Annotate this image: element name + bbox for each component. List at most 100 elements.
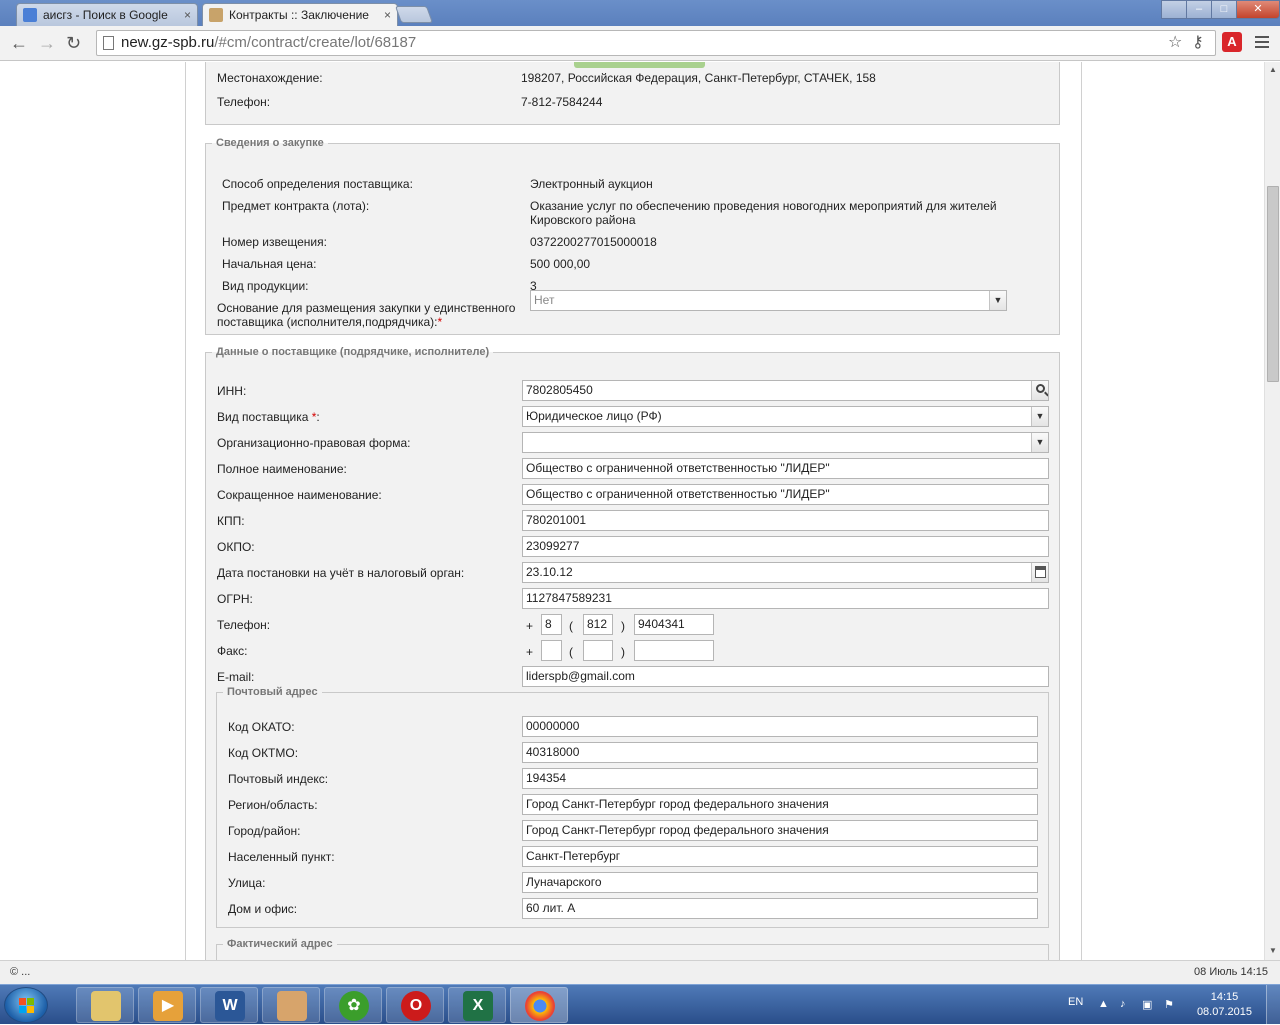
city-input[interactable]: Город Санкт-Петербург город федерального… <box>522 820 1038 841</box>
windows-taskbar: ▶ W ✿ O X EN ▲ ♪ ▣ ⚑ 14:15 08.07.2015 <box>0 984 1280 1025</box>
calendar-button[interactable] <box>1031 563 1048 582</box>
chrome-taskbar-button[interactable] <box>510 987 568 1023</box>
postal-address-box: Почтовый адрес Код ОКАТО: 00000000 Код О… <box>216 686 1049 928</box>
opera-taskbar-button[interactable]: O <box>386 987 444 1023</box>
word-taskbar-button[interactable]: W <box>200 987 258 1023</box>
chrome-menu-icon[interactable] <box>1255 36 1269 51</box>
price-label: Начальная цена: <box>222 257 317 271</box>
language-indicator[interactable]: EN <box>1068 996 1083 1008</box>
scroll-down-icon[interactable]: ▼ <box>1269 946 1277 955</box>
chevron-down-icon[interactable]: ▼ <box>1031 433 1048 452</box>
new-tab-button[interactable] <box>394 6 434 23</box>
fax-plus: + <box>526 645 534 659</box>
legal-form-select[interactable]: ▼ <box>522 432 1049 453</box>
chevron-down-icon[interactable]: ▼ <box>989 291 1006 310</box>
region-label: Регион/область: <box>228 798 318 812</box>
excel-taskbar-button[interactable]: X <box>448 987 506 1023</box>
phone-country-input[interactable]: 8 <box>541 614 562 635</box>
house-input[interactable]: 60 лит. А <box>522 898 1038 919</box>
action-center-icon[interactable]: ⚑ <box>1164 998 1178 1011</box>
supplier-info-box: Данные о поставщике (подрядчике, исполни… <box>205 346 1060 960</box>
sole-basis-select[interactable]: Нет ▼ <box>530 290 1007 311</box>
media-player-icon: ▶ <box>153 991 183 1021</box>
oktmo-input[interactable]: 40318000 <box>522 742 1038 763</box>
kpp-input[interactable]: 780201001 <box>522 510 1049 531</box>
settlement-label: Населенный пункт: <box>228 850 335 864</box>
settlement-input[interactable]: Санкт-Петербург <box>522 846 1038 867</box>
notification-tab[interactable] <box>574 62 705 68</box>
close-window-button[interactable]: ✕ <box>1236 0 1280 19</box>
minimize-button[interactable]: – <box>1186 0 1212 19</box>
okato-input[interactable]: 00000000 <box>522 716 1038 737</box>
inn-label: ИНН: <box>217 384 247 398</box>
full-name-input[interactable]: Общество с ограниченной ответственностью… <box>522 458 1049 479</box>
okpo-input[interactable]: 23099277 <box>522 536 1049 557</box>
key-icon[interactable]: ⚷ <box>1192 32 1204 52</box>
street-label: Улица: <box>228 876 266 890</box>
postal-index-input[interactable]: 194354 <box>522 768 1038 789</box>
email-input[interactable]: liderspb@gmail.com <box>522 666 1049 687</box>
supplier-type-label-text: Вид поставщика <box>217 410 309 424</box>
chevron-down-icon[interactable]: ▼ <box>1031 407 1048 426</box>
customer-phone-label: Телефон: <box>217 95 271 109</box>
scroll-thumb[interactable] <box>1267 186 1279 382</box>
site-favicon-icon <box>209 8 223 22</box>
url-host: new.gz-spb.ru <box>121 34 215 51</box>
phone-plus: + <box>526 619 534 633</box>
tray-expand-icon[interactable]: ▲ <box>1098 998 1112 1010</box>
word-icon: W <box>215 991 245 1021</box>
windows-logo-icon <box>19 998 35 1014</box>
fax-country-input[interactable] <box>541 640 562 661</box>
icq-taskbar-button[interactable]: ✿ <box>324 987 382 1023</box>
forward-arrow-icon[interactable]: → <box>38 32 56 54</box>
media-player-taskbar-button[interactable]: ▶ <box>138 987 196 1023</box>
supplier-type-select[interactable]: Юридическое лицо (РФ) ▼ <box>522 406 1049 427</box>
required-mark: * <box>437 315 443 329</box>
short-name-input[interactable]: Общество с ограниченной ответственностью… <box>522 484 1049 505</box>
short-name-label: Сокращенное наименование: <box>217 488 382 502</box>
extension-icon[interactable]: A <box>1222 32 1242 52</box>
fax-number-input[interactable] <box>634 640 714 661</box>
bookmark-star-icon[interactable]: ☆ <box>1168 32 1182 52</box>
user-profile-icon[interactable] <box>1161 0 1187 19</box>
search-button[interactable] <box>1031 381 1048 400</box>
tab-close-icon[interactable]: × <box>384 4 391 26</box>
notice-value: 0372200277015000018 <box>530 235 657 249</box>
ogrn-input[interactable]: 1127847589231 <box>522 588 1049 609</box>
network-icon[interactable]: ▣ <box>1142 998 1156 1011</box>
supplier-legend: Данные о поставщике (подрядчике, исполни… <box>216 346 490 358</box>
okato-label: Код ОКАТО: <box>228 720 295 734</box>
tax-date-value: 23.10.12 <box>526 565 573 579</box>
address-bar[interactable]: new.gz-spb.ru/#cm/contract/create/lot/68… <box>96 30 1216 56</box>
system-tray: EN ▲ ♪ ▣ ⚑ 14:15 08.07.2015 <box>1050 985 1280 1025</box>
show-desktop-button[interactable] <box>1266 985 1280 1025</box>
maximize-button[interactable]: □ <box>1211 0 1237 19</box>
icq-flower-icon: ✿ <box>339 991 369 1021</box>
ogrn-label: ОГРН: <box>217 592 253 606</box>
page-icon <box>103 36 114 50</box>
page-content: Местонахождение: 198207, Российская Феде… <box>185 62 1082 960</box>
location-label: Местонахождение: <box>217 71 323 85</box>
tab-contracts[interactable]: Контракты :: Заключение × <box>202 3 398 26</box>
phone-number-input[interactable]: 9404341 <box>634 614 714 635</box>
phone-code-input[interactable]: 812 <box>583 614 613 635</box>
product-type-label: Вид продукции: <box>222 279 309 293</box>
calendar-taskbar-button[interactable] <box>262 987 320 1023</box>
volume-icon[interactable]: ♪ <box>1120 998 1134 1010</box>
start-button[interactable] <box>4 987 48 1023</box>
tab-google-search[interactable]: аисгз - Поиск в Google × <box>16 3 198 26</box>
back-arrow-icon[interactable]: ← <box>10 32 28 54</box>
tab-close-icon[interactable]: × <box>184 4 191 26</box>
tax-date-input[interactable]: 23.10.12 <box>522 562 1049 583</box>
fax-code-input[interactable] <box>583 640 613 661</box>
street-input[interactable]: Луначарского <box>522 872 1038 893</box>
fax-paren-open: ( <box>569 645 573 659</box>
tray-clock[interactable]: 14:15 08.07.2015 <box>1197 990 1252 1020</box>
explorer-taskbar-button[interactable] <box>76 987 134 1023</box>
reload-icon[interactable]: ↻ <box>66 32 81 54</box>
scroll-up-icon[interactable]: ▲ <box>1269 65 1277 74</box>
google-favicon-icon <box>23 8 37 22</box>
region-input[interactable]: Город Санкт-Петербург город федерального… <box>522 794 1038 815</box>
inn-input[interactable]: 7802805450 <box>522 380 1049 401</box>
page-scrollbar[interactable]: ▲ ▼ <box>1264 62 1280 960</box>
